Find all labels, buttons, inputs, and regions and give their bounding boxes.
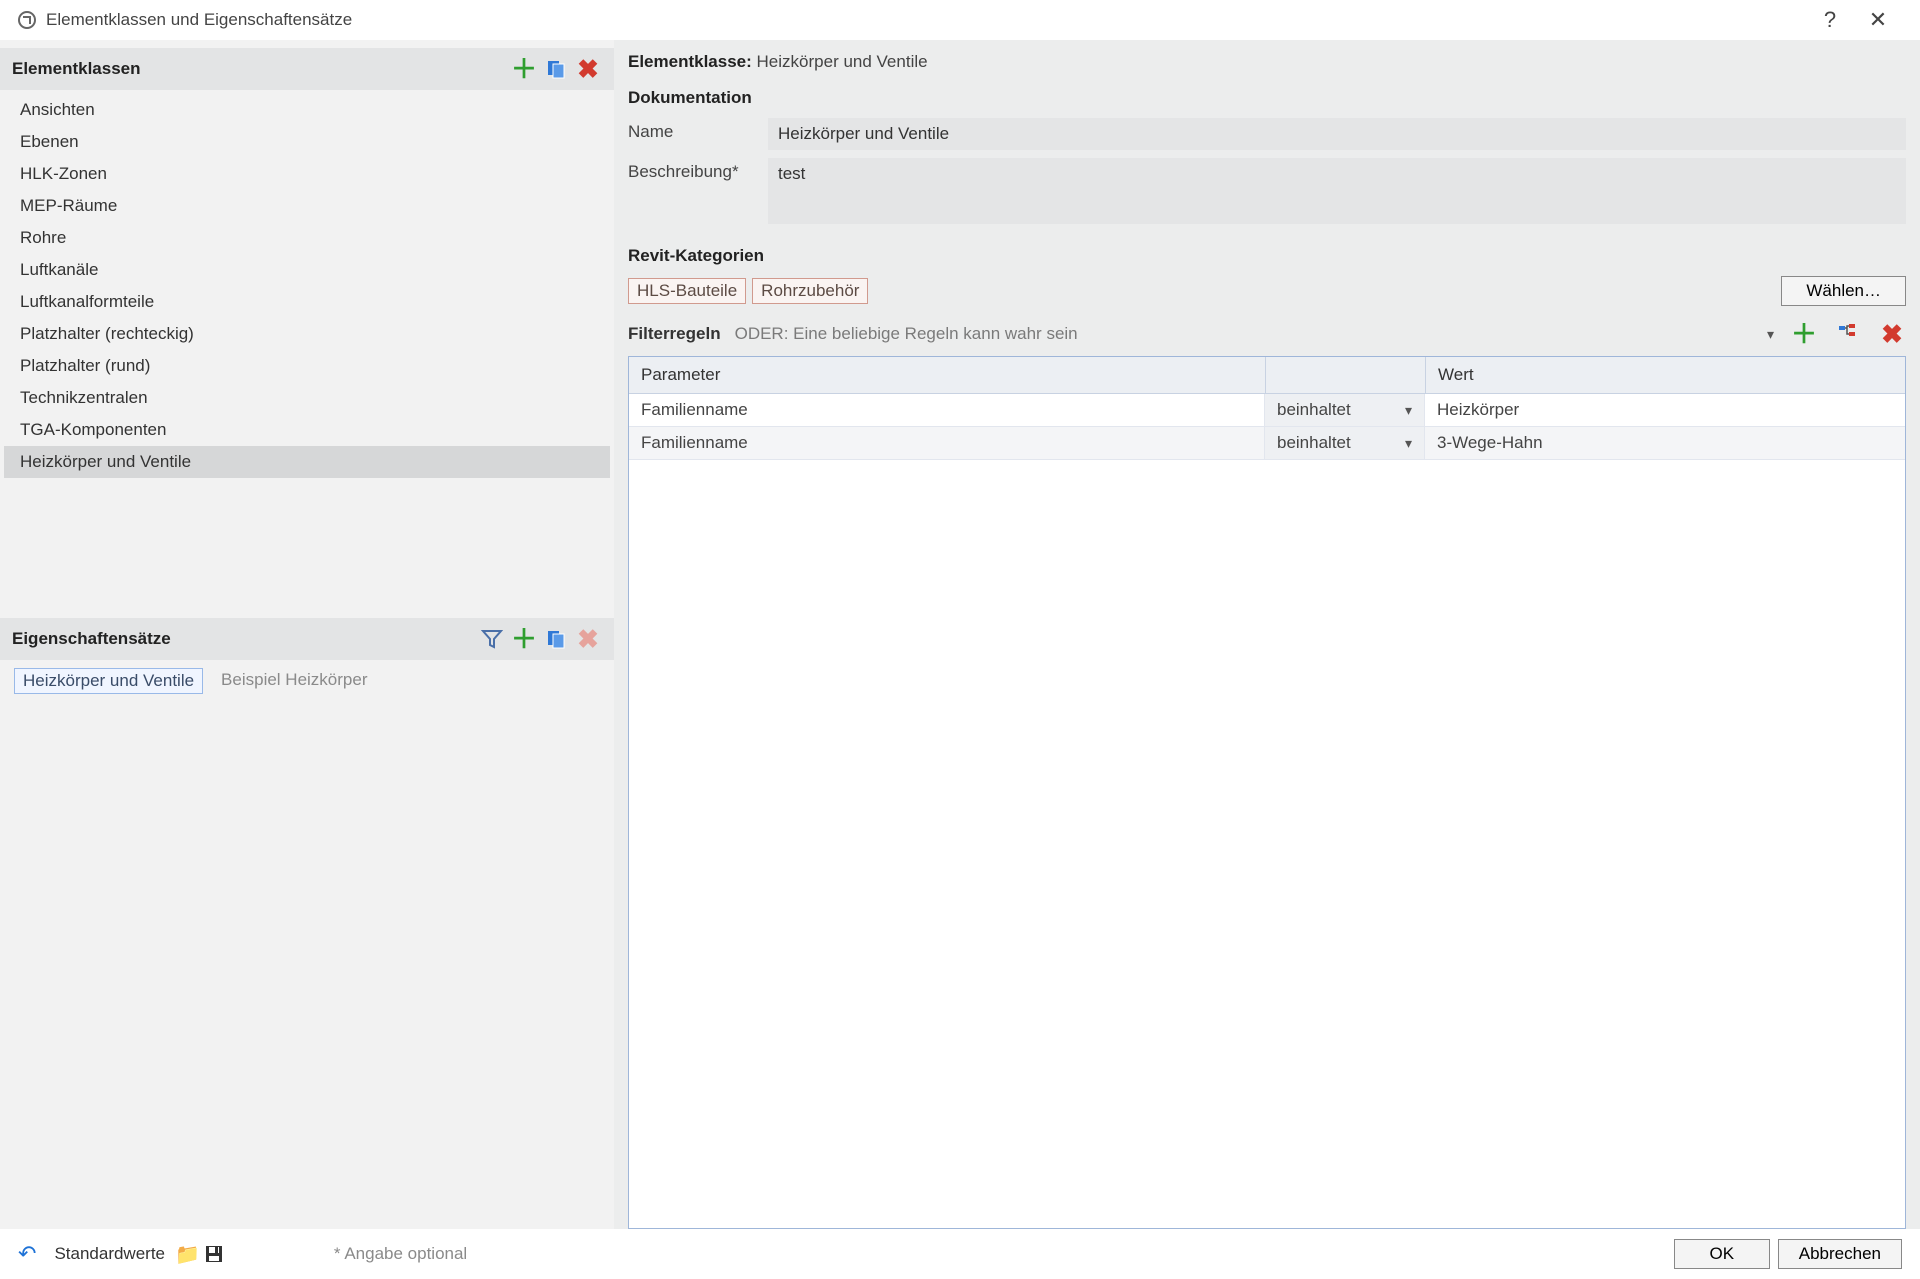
filterregeln-label: Filterregeln (628, 324, 721, 344)
standardwerte-button[interactable]: ↶ Standardwerte (18, 1241, 165, 1267)
dokumentation-heading: Dokumentation (628, 88, 1906, 108)
col-parameter[interactable]: Parameter (629, 357, 1265, 393)
eigenschaften-title: Eigenschaftensätze (12, 629, 474, 649)
save-button[interactable] (204, 1244, 224, 1264)
list-item[interactable]: TGA-Komponenten (4, 414, 610, 446)
revit-kategorien-chips: HLS-BauteileRohrzubehör (628, 278, 1781, 304)
list-item[interactable]: HLK-Zonen (4, 158, 610, 190)
plus-icon: ＋ (511, 56, 537, 82)
window-title: Elementklassen und Eigenschaftensätze (46, 10, 1806, 30)
description-label: Beschreibung* (628, 158, 768, 182)
add-eigenschaft-button[interactable]: ＋ (510, 625, 538, 653)
cancel-button[interactable]: Abbrechen (1778, 1239, 1902, 1269)
choose-categories-button[interactable]: Wählen… (1781, 276, 1906, 306)
table-row[interactable]: Familiennamebeinhaltet▾Heizkörper (629, 394, 1905, 427)
list-item[interactable]: Platzhalter (rund) (4, 350, 610, 382)
delete-eigenschaft-button[interactable]: ✖ (574, 625, 602, 653)
filter-grid-header: Parameter Wert (629, 357, 1905, 394)
footer: ↶ Standardwerte 📁 * Angabe optional OK A… (0, 1229, 1920, 1279)
list-item[interactable]: Ansichten (4, 94, 610, 126)
eigenschaft-chip[interactable]: Heizkörper und Ventile (14, 668, 203, 694)
revit-category-chip[interactable]: Rohrzubehör (752, 278, 868, 304)
right-panel: Elementklasse: Heizkörper und Ventile Do… (614, 40, 1920, 1229)
standardwerte-label: Standardwerte (54, 1244, 165, 1264)
copy-icon (545, 628, 567, 650)
copy-elementklasse-button[interactable] (542, 55, 570, 83)
list-item[interactable]: Technikzentralen (4, 382, 610, 414)
delete-icon: ✖ (1881, 321, 1903, 347)
description-input[interactable]: test (768, 158, 1906, 224)
add-elementklasse-button[interactable]: ＋ (510, 55, 538, 83)
elementklasse-head-value: Heizkörper und Ventile (757, 52, 928, 71)
elementklasse-headline: Elementklasse: Heizkörper und Ventile (628, 52, 1906, 72)
name-label: Name (628, 118, 768, 142)
open-folder-button[interactable]: 📁 (175, 1242, 200, 1267)
group-rules-button[interactable] (1834, 320, 1862, 348)
cell-parameter[interactable]: Familienname (629, 427, 1265, 459)
filter-grid: Parameter Wert Familiennamebeinhaltet▾He… (628, 356, 1906, 1229)
chevron-down-icon: ▾ (1405, 402, 1412, 419)
filter-mode-text: ODER: Eine beliebige Regeln kann wahr se… (735, 324, 1753, 344)
list-item[interactable]: Platzhalter (rechteckig) (4, 318, 610, 350)
elementklassen-list: AnsichtenEbenenHLK-ZonenMEP-RäumeRohreLu… (0, 90, 614, 478)
list-item[interactable]: Heizkörper und Ventile (4, 446, 610, 478)
filter-toolbar: ▾ ＋ ✖ (1767, 320, 1906, 348)
plus-icon: ＋ (511, 626, 537, 652)
delete-elementklasse-button[interactable]: ✖ (574, 55, 602, 83)
left-panel: Elementklassen ＋ ✖ AnsichtenEbenenHLK-Zo… (0, 40, 614, 1229)
col-wert[interactable]: Wert (1425, 357, 1905, 393)
eigenschaft-chip: Beispiel Heizkörper (213, 668, 375, 694)
list-item[interactable]: Luftkanalformteile (4, 286, 610, 318)
col-operator (1265, 357, 1425, 393)
cell-value[interactable]: Heizkörper (1425, 394, 1905, 426)
list-item[interactable]: Rohre (4, 222, 610, 254)
filter-mode-dropdown[interactable]: ▾ (1767, 326, 1774, 343)
revit-category-chip[interactable]: HLS-Bauteile (628, 278, 746, 304)
cell-operator[interactable]: beinhaltet▾ (1265, 427, 1425, 459)
elementklasse-head-label: Elementklasse: (628, 52, 752, 71)
add-rule-button[interactable]: ＋ (1790, 320, 1818, 348)
filter-eigenschaften-button[interactable] (478, 625, 506, 653)
tree-icon (1837, 323, 1859, 345)
help-button[interactable]: ? (1806, 7, 1854, 33)
chevron-down-icon: ▾ (1405, 435, 1412, 452)
table-row[interactable]: Familiennamebeinhaltet▾3-Wege-Hahn (629, 427, 1905, 460)
delete-icon: ✖ (577, 56, 599, 82)
close-button[interactable]: ✕ (1854, 7, 1902, 33)
cell-parameter[interactable]: Familienname (629, 394, 1265, 426)
funnel-icon (481, 628, 503, 650)
elementklassen-header: Elementklassen ＋ ✖ (0, 48, 614, 90)
filter-grid-body: Familiennamebeinhaltet▾HeizkörperFamilie… (629, 394, 1905, 1228)
name-row: Name (628, 118, 1906, 150)
delete-rule-button[interactable]: ✖ (1878, 320, 1906, 348)
copy-eigenschaft-button[interactable] (542, 625, 570, 653)
app-icon (18, 11, 36, 29)
list-item[interactable]: Luftkanäle (4, 254, 610, 286)
plus-icon: ＋ (1791, 321, 1817, 347)
cell-value[interactable]: 3-Wege-Hahn (1425, 427, 1905, 459)
undo-icon: ↶ (18, 1241, 36, 1267)
eigenschaften-chipbar: Heizkörper und Ventile Beispiel Heizkörpe… (0, 660, 614, 702)
description-row: Beschreibung* test (628, 158, 1906, 224)
revit-kategorien-row: HLS-BauteileRohrzubehör Wählen… (628, 276, 1906, 306)
ok-button[interactable]: OK (1674, 1239, 1770, 1269)
title-bar: Elementklassen und Eigenschaftensätze ? … (0, 0, 1920, 40)
list-item[interactable]: MEP-Räume (4, 190, 610, 222)
delete-icon: ✖ (577, 626, 599, 652)
optional-note: * Angabe optional (334, 1244, 467, 1264)
eigenschaften-header: Eigenschaftensätze ＋ ✖ (0, 618, 614, 660)
cell-operator[interactable]: beinhaltet▾ (1265, 394, 1425, 426)
filter-header: Filterregeln ODER: Eine beliebige Regeln… (628, 320, 1906, 348)
copy-icon (545, 58, 567, 80)
elementklassen-title: Elementklassen (12, 59, 506, 79)
main-area: Elementklassen ＋ ✖ AnsichtenEbenenHLK-Zo… (0, 40, 1920, 1229)
name-input[interactable] (768, 118, 1906, 150)
revit-kategorien-heading: Revit-Kategorien (628, 246, 1906, 266)
list-item[interactable]: Ebenen (4, 126, 610, 158)
